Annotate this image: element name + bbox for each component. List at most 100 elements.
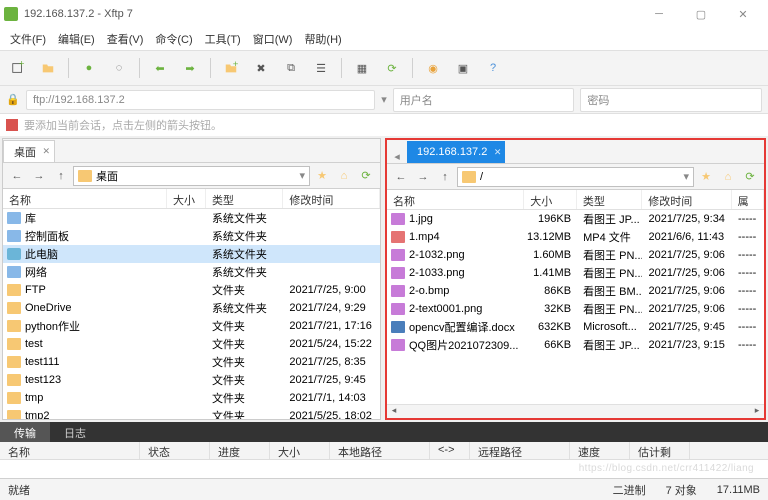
file-row[interactable]: 控制面板系统文件夹 (3, 227, 380, 245)
col-size[interactable]: 大小 (167, 189, 206, 208)
menu-view[interactable]: 查看(V) (103, 29, 148, 49)
file-row[interactable]: test文件夹2021/5/24, 15:22 (3, 335, 380, 353)
help-button[interactable]: ? (481, 56, 505, 80)
tcol-status[interactable]: 状态 (140, 442, 210, 459)
properties-button[interactable]: ☰ (309, 56, 333, 80)
tcol-progress[interactable]: 进度 (210, 442, 270, 459)
tab-desktop[interactable]: 桌面 ✕ (3, 140, 55, 162)
bookmark-button[interactable]: ★ (696, 167, 716, 187)
new-session-button[interactable]: + (6, 56, 30, 80)
local-filelist[interactable]: 库系统文件夹控制面板系统文件夹此电脑系统文件夹网络系统文件夹FTP文件夹2021… (3, 209, 380, 419)
view-mode-button[interactable]: ▦ (350, 56, 374, 80)
col-attr[interactable]: 属性 (732, 190, 764, 209)
back-button[interactable]: ← (391, 167, 411, 187)
prev-tab-button[interactable]: ◂ (387, 150, 407, 163)
file-row[interactable]: OneDrive系统文件夹2021/7/24, 9:29 (3, 299, 380, 317)
col-type[interactable]: 类型 (577, 190, 642, 209)
file-row[interactable]: tmp文件夹2021/7/1, 14:03 (3, 389, 380, 407)
close-button[interactable]: ✕ (722, 1, 764, 27)
close-icon[interactable]: ✕ (494, 147, 502, 158)
new-folder-button[interactable]: + (219, 56, 243, 80)
local-path[interactable]: 桌面 ▾ (73, 166, 310, 186)
file-row[interactable]: 此电脑系统文件夹 (3, 245, 380, 263)
file-row[interactable]: tmp2文件夹2021/5/25, 18:02 (3, 407, 380, 419)
file-row[interactable]: test123文件夹2021/7/25, 9:45 (3, 371, 380, 389)
remote-path[interactable]: / ▾ (457, 167, 694, 187)
file-row[interactable]: 2-1033.png1.41MB看图王 PN...2021/7/25, 9:06… (387, 264, 764, 282)
minimize-button[interactable]: ─ (638, 1, 680, 27)
title-bar: 192.168.137.2 - Xftp 7 ─ ▢ ✕ (0, 0, 768, 28)
file-row[interactable]: 网络系统文件夹 (3, 263, 380, 281)
file-icon (7, 212, 21, 224)
file-row[interactable]: test111文件夹2021/7/25, 8:35 (3, 353, 380, 371)
maximize-button[interactable]: ▢ (680, 1, 722, 27)
file-row[interactable]: opencv配置编译.docx632KBMicrosoft...2021/7/2… (387, 318, 764, 336)
toolbar: + ● ◌ ⬅ ➡ + ✖ ⧉ ☰ ▦ ⟳ ◉ ▣ ? (0, 50, 768, 86)
file-attr: ----- (732, 285, 764, 297)
disconnect-button[interactable]: ◌ (107, 56, 131, 80)
close-icon[interactable]: ✕ (42, 146, 50, 157)
up-button[interactable]: ↑ (51, 166, 71, 186)
copy-button[interactable]: ⧉ (279, 56, 303, 80)
file-row[interactable]: python作业文件夹2021/7/21, 17:16 (3, 317, 380, 335)
menu-window[interactable]: 窗口(W) (249, 29, 297, 49)
refresh-button[interactable]: ⟳ (380, 56, 404, 80)
file-row[interactable]: 2-text0001.png32KB看图王 PN...2021/7/25, 9:… (387, 300, 764, 318)
tab-log[interactable]: 日志 (50, 422, 100, 442)
col-name[interactable]: 名称 (3, 189, 167, 208)
menu-edit[interactable]: 编辑(E) (54, 29, 99, 49)
terminal-button[interactable]: ▣ (451, 56, 475, 80)
file-name: 2-1032.png (409, 249, 465, 261)
file-row[interactable]: 库系统文件夹 (3, 209, 380, 227)
menu-help[interactable]: 帮助(H) (300, 29, 345, 49)
file-row[interactable]: FTP文件夹2021/7/25, 9:00 (3, 281, 380, 299)
file-name: test123 (25, 374, 61, 386)
sync-button[interactable]: ◉ (421, 56, 445, 80)
file-attr: ----- (732, 249, 764, 261)
open-session-button[interactable] (36, 56, 60, 80)
tcol-remote[interactable]: 远程路径 (470, 442, 570, 459)
col-size[interactable]: 大小 (524, 190, 577, 209)
col-mod[interactable]: 修改时间 (283, 189, 380, 208)
tcol-speed[interactable]: 速度 (570, 442, 630, 459)
tcol-size[interactable]: 大小 (270, 442, 330, 459)
home-button[interactable]: ⌂ (718, 167, 738, 187)
file-row[interactable]: 1.jpg196KB看图王 JP...2021/7/25, 9:34----- (387, 210, 764, 228)
transfer-left-button[interactable]: ⬅ (148, 56, 172, 80)
bookmark-button[interactable]: ★ (312, 166, 332, 186)
remote-filelist[interactable]: 1.jpg196KB看图王 JP...2021/7/25, 9:34-----1… (387, 210, 764, 404)
forward-button[interactable]: → (413, 167, 433, 187)
col-mod[interactable]: 修改时间 (642, 190, 731, 209)
file-row[interactable]: 2-1032.png1.60MB看图王 PN...2021/7/25, 9:06… (387, 246, 764, 264)
menu-tools[interactable]: 工具(T) (201, 29, 245, 49)
tcol-dir[interactable]: <-> (430, 442, 470, 459)
tab-remote[interactable]: 192.168.137.2 ✕ (407, 141, 505, 163)
remote-hscroll[interactable]: ◂▸ (387, 404, 764, 418)
forward-button[interactable]: → (29, 166, 49, 186)
file-icon (7, 392, 21, 404)
file-row[interactable]: 2-o.bmp86KB看图王 BM...2021/7/25, 9:06----- (387, 282, 764, 300)
refresh-local-button[interactable]: ⟳ (356, 166, 376, 186)
address-url[interactable]: ftp://192.168.137.2 (26, 90, 375, 110)
password-field[interactable]: 密码 (580, 88, 762, 112)
tcol-name[interactable]: 名称 (0, 442, 140, 459)
delete-button[interactable]: ✖ (249, 56, 273, 80)
tab-transfer[interactable]: 传输 (0, 422, 50, 442)
username-field[interactable]: 用户名 (393, 88, 575, 112)
back-button[interactable]: ← (7, 166, 27, 186)
col-name[interactable]: 名称 (387, 190, 524, 209)
transfer-right-button[interactable]: ➡ (178, 56, 202, 80)
menu-command[interactable]: 命令(C) (151, 29, 196, 49)
tcol-eta[interactable]: 估计剩 (630, 442, 690, 459)
tcol-local[interactable]: 本地路径 (330, 442, 430, 459)
menu-file[interactable]: 文件(F) (6, 29, 50, 49)
file-icon (391, 303, 405, 315)
file-icon (391, 321, 405, 333)
file-row[interactable]: 1.mp413.12MBMP4 文件2021/6/6, 11:43----- (387, 228, 764, 246)
home-button[interactable]: ⌂ (334, 166, 354, 186)
refresh-remote-button[interactable]: ⟳ (740, 167, 760, 187)
file-row[interactable]: QQ图片2021072309...66KB看图王 JP...2021/7/23,… (387, 336, 764, 354)
col-type[interactable]: 类型 (206, 189, 283, 208)
connect-button[interactable]: ● (77, 56, 101, 80)
up-button[interactable]: ↑ (435, 167, 455, 187)
